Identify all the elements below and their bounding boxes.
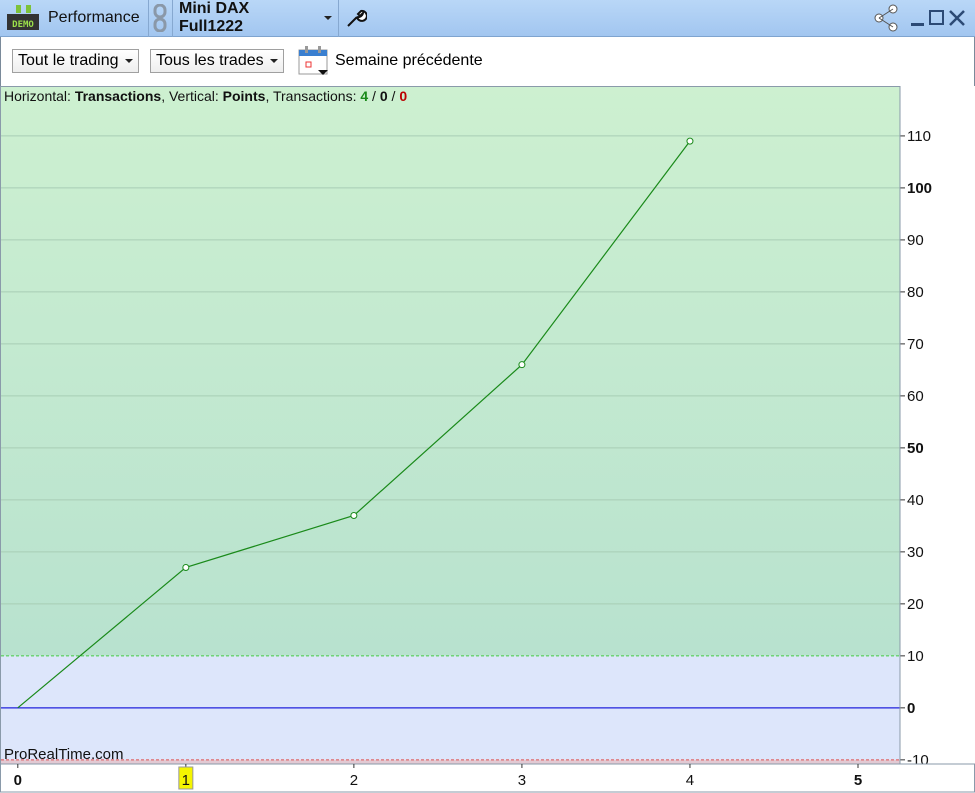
x-tick-label: 1 [182,772,190,789]
share-icon[interactable] [873,3,903,33]
trades-select[interactable]: Tous les trades [150,49,284,73]
calendar-icon[interactable] [298,45,330,77]
app-title: Performance [48,9,140,26]
scope-select[interactable]: Tout le trading [12,49,139,73]
performance-chart: -1001020304050607080901001100 1 2 3 4 5 [0,86,975,793]
x-tick-label: 5 [854,772,862,789]
y-tick-label: 60 [907,388,924,405]
link-button[interactable] [149,0,173,37]
y-tick-label: 110 [907,128,931,145]
profit-zone [1,86,900,656]
period-label[interactable]: Semaine précédente [335,52,483,70]
x-axis-band [0,763,975,793]
app-section[interactable]: DEMO Performance [0,0,149,37]
y-tick-label: 50 [907,440,924,457]
chevron-down-icon [324,16,332,20]
sep: / [387,88,400,104]
chevron-down-icon [269,59,278,63]
data-point [686,137,694,145]
h-label: Horizontal: [4,88,75,104]
settings-button[interactable] [339,0,373,37]
x-tick-label: 0 [14,772,22,789]
demo-icon: DEMO [7,5,39,30]
scope-select-value: Tout le trading [18,52,119,69]
y-tick-label: 30 [907,544,924,561]
wins-count: 4 [360,88,369,104]
x-tick-label: 4 [686,772,694,789]
data-point [350,511,358,519]
y-tick-label: 0 [907,700,915,717]
y-tick-label: 70 [907,336,924,353]
sep: / [368,88,380,104]
v-value: Points [222,88,266,104]
data-point [182,563,190,571]
h-value: Transactions [74,88,162,104]
y-tick-label: 10 [907,648,924,665]
losses-count: 0 [399,88,408,104]
trades-select-value: Tous les trades [156,52,264,69]
y-tick-label: 90 [907,232,924,249]
svg-text:DEMO: DEMO [12,20,34,30]
data-point [518,361,526,369]
instrument-name: Mini DAX Full1222 [179,0,250,35]
wrench-icon [347,9,367,27]
neutral-count: 0 [379,88,388,104]
t-label: , Transactions: [265,88,361,104]
x-tick-label: 2 [350,772,358,789]
chevron-down-icon [124,59,133,63]
title-bar: DEMO Performance Mini DAX Full1222 [0,0,975,37]
v-label: , Vertical: [161,88,223,104]
y-tick-label: 40 [907,492,924,509]
link-icon [153,4,167,32]
y-tick-label: 100 [907,180,932,197]
y-tick-label: 80 [907,284,924,301]
loss-zone [1,759,900,764]
toolbar: Tout le trading Tous les trades Semaine … [0,37,975,86]
chart-info: Horizontal: Transactions, Vertical: Poin… [4,88,407,104]
minimize-icon[interactable] [909,8,927,28]
close-icon[interactable] [947,8,969,28]
x-tick-label: 3 [518,772,526,789]
instrument-selector[interactable]: Mini DAX Full1222 [173,0,339,37]
y-tick-label: 20 [907,596,924,613]
maximize-icon[interactable] [927,8,947,28]
watermark: ProRealTime.com [4,746,124,763]
